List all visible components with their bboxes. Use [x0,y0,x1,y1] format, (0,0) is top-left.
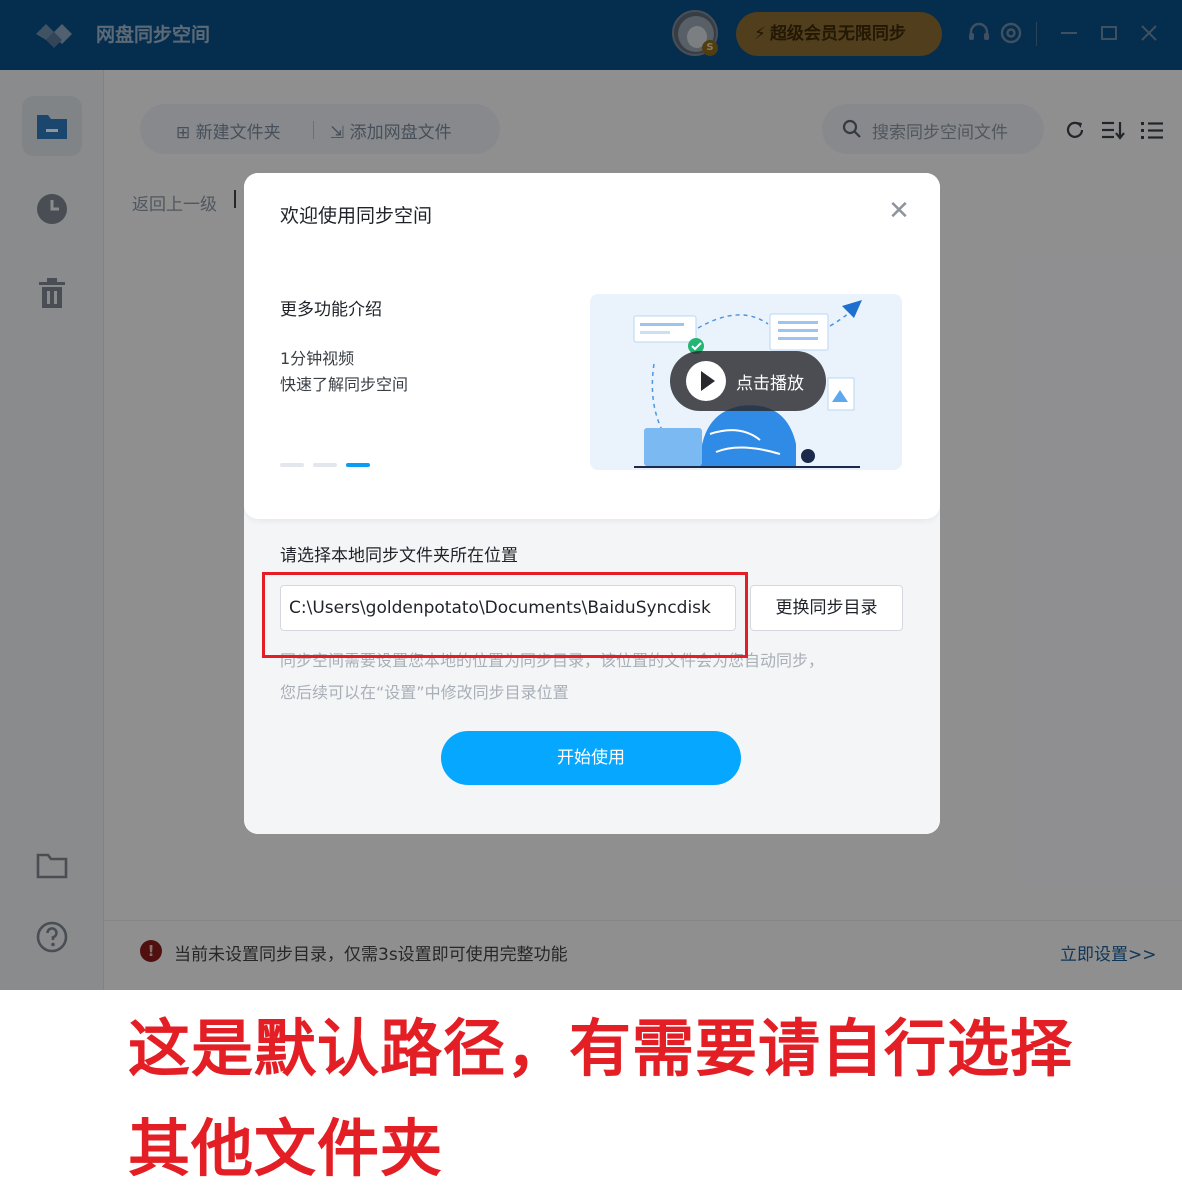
video-thumbnail[interactable]: 点击播放 [590,294,902,470]
carousel-dot[interactable] [313,463,337,467]
welcome-dialog: 欢迎使用同步空间 ✕ 更多功能介绍 1分钟视频 快速了解同步空间 点击播放 请选… [244,173,940,834]
play-icon [701,371,715,391]
carousel-dot[interactable] [280,463,304,467]
carousel-dot-active[interactable] [346,463,370,467]
app-window: 网盘同步空间 S ⚡ 超级会员无限同步 ⊞ 新建文件夹 ⇲ 添加网盘文件 搜索同… [0,0,1182,990]
hint-line-2: 您后续可以在“设置”中修改同步目录位置 [280,683,569,702]
play-button[interactable]: 点击播放 [670,351,826,411]
close-icon: ✕ [888,196,910,226]
feature-line-2: 快速了解同步空间 [280,375,409,394]
caption-line-1: 这是默认路径，有需要请自行选择 [128,1012,1074,1085]
feature-line-1: 1分钟视频 [280,349,355,368]
start-using-button[interactable]: 开始使用 [441,731,741,785]
change-sync-dir-button[interactable]: 更换同步目录 [750,585,903,631]
folder-select-label: 请选择本地同步文件夹所在位置 [280,546,518,566]
close-dialog-button[interactable]: ✕ [886,196,912,226]
caption-line-2: 其他文件夹 [128,1112,444,1185]
dialog-title: 欢迎使用同步空间 [280,205,433,227]
feature-title: 更多功能介绍 [280,300,382,320]
play-label: 点击播放 [736,374,804,394]
path-highlight-box [262,572,748,658]
